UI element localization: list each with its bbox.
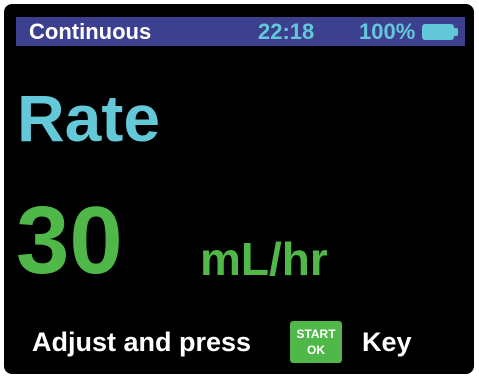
key-label-ok: OK [307, 343, 325, 357]
battery-full-icon [422, 24, 458, 40]
rate-value: 30 [16, 187, 123, 294]
key-label-start: START [296, 327, 336, 341]
parameter-title: Rate [17, 81, 161, 155]
battery-tip [454, 28, 458, 36]
clock: 22:18 [258, 19, 315, 44]
battery-percentage: 100% [359, 19, 416, 44]
start-ok-key-icon: START OK [290, 321, 342, 363]
battery-body [422, 24, 454, 40]
pump-display: Continuous 22:18 100% Rate 30 mL/hr Adju… [4, 4, 474, 374]
instruction-suffix: Key [362, 327, 412, 357]
rate-unit: mL/hr [200, 233, 328, 285]
instruction-prefix: Adjust and press [32, 327, 252, 357]
infusion-mode-label: Continuous [29, 19, 152, 44]
status-bar: Continuous 22:18 100% [16, 17, 465, 46]
